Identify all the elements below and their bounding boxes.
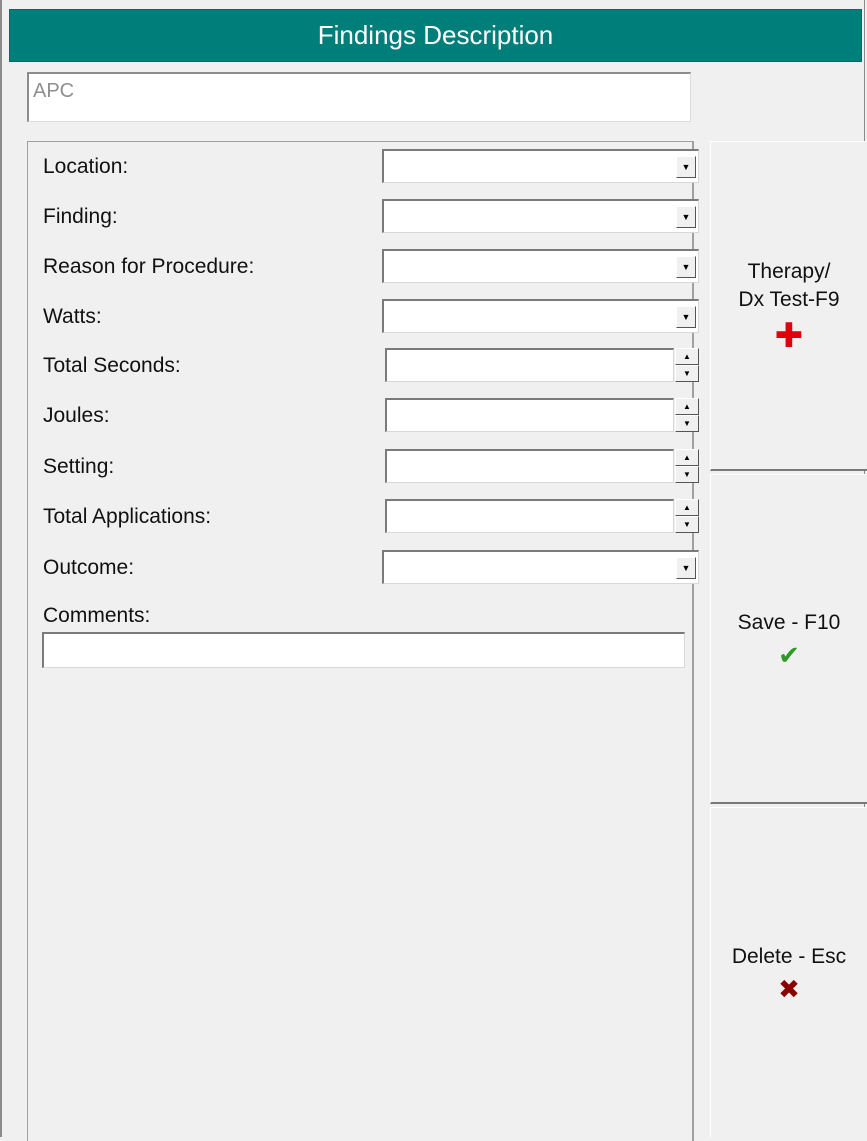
- chevron-down-icon[interactable]: ▼: [676, 256, 696, 278]
- therapy-button-label-line2: Dx Test-F9: [738, 287, 840, 311]
- reason-row: Reason for Procedure: ▼: [43, 249, 699, 283]
- findings-window: Findings Description APC Location: ▼ Fin…: [0, 0, 867, 1141]
- save-button[interactable]: Save - F10 ✔: [710, 474, 867, 804]
- window-title: Findings Description: [9, 9, 862, 62]
- watts-dropdown[interactable]: ▼: [382, 299, 699, 333]
- comments-label: Comments:: [43, 604, 151, 627]
- finding-row: Finding: ▼: [43, 199, 699, 233]
- spin-up-icon[interactable]: ▲: [675, 398, 699, 415]
- chevron-down-icon[interactable]: ▼: [676, 206, 696, 228]
- watts-row: Watts: ▼: [43, 299, 699, 333]
- delete-button-label: Delete - Esc: [731, 944, 847, 968]
- location-label: Location:: [43, 155, 129, 178]
- spin-up-icon[interactable]: ▲: [675, 449, 699, 466]
- therapy-dx-test-button[interactable]: Therapy/ Dx Test-F9 ✚: [710, 141, 867, 471]
- spin-down-icon[interactable]: ▼: [675, 516, 699, 533]
- findings-form: Location: ▼ Finding: ▼ Reason for Proced…: [27, 141, 699, 1141]
- total-seconds-spinner[interactable]: ▲ ▼: [675, 348, 699, 382]
- comments-field[interactable]: [42, 632, 685, 668]
- setting-label: Setting:: [43, 455, 115, 478]
- green-check-icon: ✔: [778, 640, 800, 671]
- spin-down-icon[interactable]: ▼: [675, 365, 699, 382]
- setting-spinner[interactable]: ▲ ▼: [675, 449, 699, 483]
- total-seconds-row: Total Seconds: ▲ ▼: [43, 348, 699, 382]
- chevron-down-icon[interactable]: ▼: [676, 156, 696, 178]
- outcome-dropdown[interactable]: ▼: [382, 550, 699, 584]
- spin-up-icon[interactable]: ▲: [675, 348, 699, 365]
- total-seconds-label: Total Seconds:: [43, 354, 181, 377]
- total-seconds-input[interactable]: [385, 348, 674, 382]
- delete-button[interactable]: Delete - Esc ✖: [710, 807, 867, 1137]
- therapy-button-label-line1: Therapy/: [747, 260, 831, 284]
- finding-description-field[interactable]: APC: [27, 72, 691, 122]
- total-applications-input[interactable]: [385, 499, 674, 533]
- joules-row: Joules: ▲ ▼: [43, 398, 699, 432]
- location-dropdown[interactable]: ▼: [382, 149, 699, 183]
- chevron-down-icon[interactable]: ▼: [676, 557, 696, 579]
- setting-row: Setting: ▲ ▼: [43, 449, 699, 483]
- reason-dropdown[interactable]: ▼: [382, 249, 699, 283]
- reason-label: Reason for Procedure:: [43, 255, 255, 278]
- red-x-icon: ✖: [778, 974, 800, 1005]
- watts-label: Watts:: [43, 305, 102, 328]
- total-applications-row: Total Applications: ▲ ▼: [43, 499, 699, 533]
- spin-down-icon[interactable]: ▼: [675, 415, 699, 432]
- chevron-down-icon[interactable]: ▼: [676, 306, 696, 328]
- setting-input[interactable]: [385, 449, 674, 483]
- total-applications-label: Total Applications:: [43, 505, 212, 528]
- finding-dropdown[interactable]: ▼: [382, 199, 699, 233]
- outcome-label: Outcome:: [43, 556, 135, 579]
- joules-spinner[interactable]: ▲ ▼: [675, 398, 699, 432]
- joules-label: Joules:: [43, 404, 110, 427]
- spin-down-icon[interactable]: ▼: [675, 466, 699, 483]
- joules-input[interactable]: [385, 398, 674, 432]
- spin-up-icon[interactable]: ▲: [675, 499, 699, 516]
- save-button-label: Save - F10: [737, 610, 841, 634]
- red-plus-icon: ✚: [774, 316, 804, 355]
- outcome-row: Outcome: ▼: [43, 550, 699, 584]
- finding-label: Finding:: [43, 205, 118, 228]
- location-row: Location: ▼: [43, 149, 699, 183]
- total-applications-spinner[interactable]: ▲ ▼: [675, 499, 699, 533]
